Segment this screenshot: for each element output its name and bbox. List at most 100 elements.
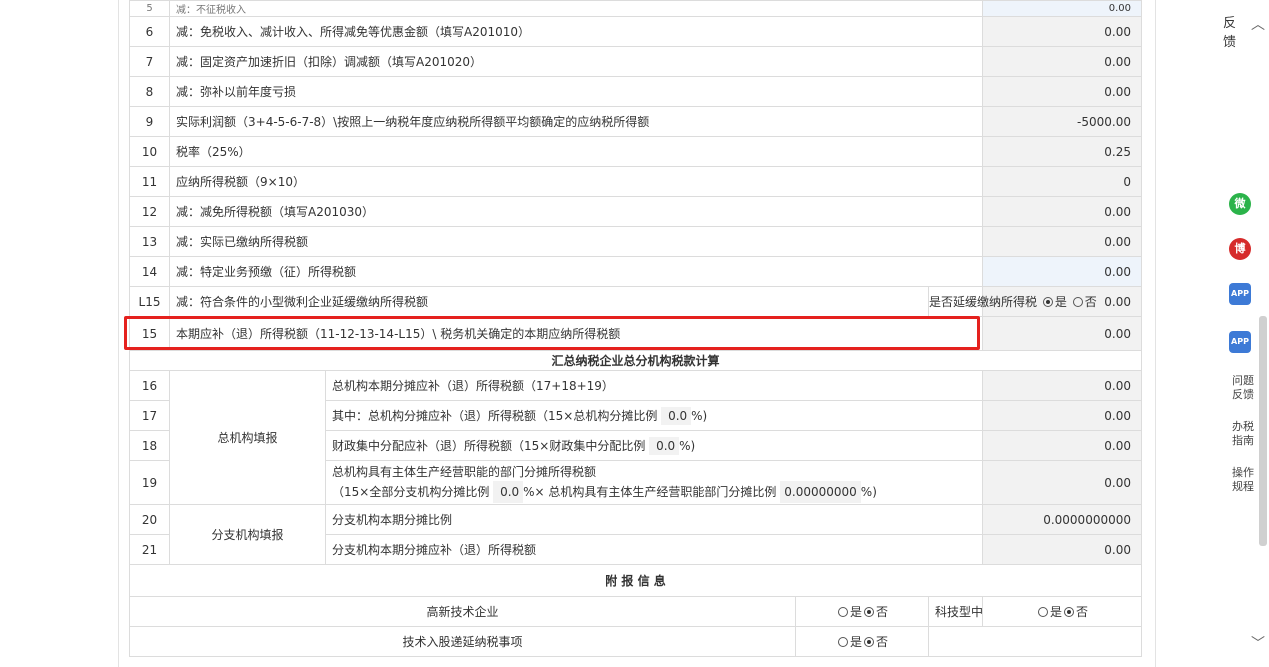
row-number: 12 — [129, 196, 170, 227]
row-number: 17 — [129, 400, 170, 431]
row-label: 分支机构本期分摊应补（退）所得税额 — [325, 534, 983, 565]
row-label-line2: （15×全部分支机构分摊比例 0.0 %× 总机构具有主体生产经营职能部门分摊比例… — [332, 480, 976, 503]
row-value: 0.0000000000 — [982, 504, 1142, 535]
ratio-field: 0.0 — [493, 480, 524, 503]
feedback-link[interactable]: 反馈 — [1223, 12, 1243, 50]
tax-guide-link[interactable]: 办税指南 — [1231, 420, 1255, 448]
row-number: 11 — [129, 166, 170, 197]
no-label: 否 — [876, 635, 889, 649]
tech-invest-choice: 是否 — [795, 626, 929, 657]
sme-tech-yes-radio[interactable] — [1037, 607, 1048, 617]
hi-tech-no-radio[interactable] — [864, 607, 874, 617]
row-label: 分支机构本期分摊比例 — [325, 504, 983, 535]
row-label-mid: %× 总机构具有主体生产经营职能部门分摊比例 — [523, 484, 777, 499]
row-label: 减：实际已缴纳所得税额 — [169, 226, 983, 257]
table-row: 20 分支机构填报 分支机构本期分摊比例 0.0000000000 — [129, 504, 1142, 565]
hi-tech-choice: 是否 — [795, 596, 929, 627]
yes-label: 是 — [1049, 605, 1062, 619]
row-label: 减：不征税收入 — [169, 0, 983, 17]
row-label: 减：固定资产加速折旧（扣除）调减额（填写A201020） — [169, 46, 983, 77]
row-number: 6 — [129, 16, 170, 47]
scroll-up-icon[interactable]: ︿ — [1251, 14, 1265, 34]
row-label: 减：减免所得税额（填写A201030） — [169, 196, 983, 227]
row-label: 税率（25%） — [169, 136, 983, 167]
row-number: 5 — [129, 0, 170, 17]
row-value-input[interactable]: 0.00 — [982, 256, 1142, 287]
table-row: 5 减：不征税收入 0.00 — [129, 0, 1142, 17]
row-value: 0.25 — [982, 136, 1142, 167]
table-row: 7 减：固定资产加速折旧（扣除）调减额（填写A201020） 0.00 — [129, 46, 1142, 77]
defer-no-label: 否 — [1084, 295, 1097, 309]
no-label: 否 — [876, 605, 889, 619]
table-row: 10 税率（25%） 0.25 — [129, 136, 1142, 167]
row-value: 0.00 — [982, 534, 1142, 565]
row-label: 减：免税收入、减计收入、所得减免等优惠金额（填写A201010） — [169, 16, 983, 47]
tech-invest-label: 技术入股递延纳税事项 — [129, 626, 796, 657]
right-sidebar: 反馈 ︿ 微 博 APP APP 问题反馈 办税指南 操作规程 ﹀ — [1223, 0, 1269, 667]
row-number: 16 — [129, 370, 170, 401]
yes-label: 是 — [849, 605, 862, 619]
row-label-suffix: %) — [691, 408, 708, 423]
row-number: 10 — [129, 136, 170, 167]
table-row-15: 15 本期应补（退）所得税额（11-12-13-14-L15）\ 税务机关确定的… — [129, 316, 1142, 351]
app-icon[interactable]: APP — [1229, 331, 1251, 353]
row-label: 其中：总机构分摊应补（退）所得税额（15×总机构分摊比例 0.0%) — [325, 400, 983, 431]
tech-invest-no-radio[interactable] — [864, 637, 874, 647]
branch-label: 分支机构填报 — [169, 504, 326, 565]
defer-yes-radio[interactable] — [1042, 297, 1053, 307]
row-label: 减：特定业务预缴（征）所得税额 — [169, 256, 983, 287]
row-number: 15 — [129, 316, 170, 351]
table-row: 6 减：免税收入、减计收入、所得减免等优惠金额（填写A201010） 0.00 — [129, 16, 1142, 47]
app-icon[interactable]: APP — [1229, 283, 1251, 305]
row-label: 财政集中分配应补（退）所得税额（15×财政集中分配比例 0.0%) — [325, 430, 983, 461]
row-number: 8 — [129, 76, 170, 107]
sme-tech-label: 科技型中小企业 — [928, 596, 983, 627]
head-office-label: 总机构填报 — [169, 370, 326, 505]
table-row: 12 减：减免所得税额（填写A201030） 0.00 — [129, 196, 1142, 227]
table-row: 11 应纳所得税额（9×10） 0 — [129, 166, 1142, 197]
row-label: 实际利润额（3+4-5-6-7-8）\按照上一纳税年度应纳税所得额平均额确定的应… — [169, 106, 983, 137]
table-row: 13 减：实际已缴纳所得税额 0.00 — [129, 226, 1142, 257]
tax-calc-table: 5 减：不征税收入 0.00 6 减：免税收入、减计收入、所得减免等优惠金额（填… — [129, 0, 1142, 657]
row-value: 0.00 — [982, 76, 1142, 107]
row-label: 总机构具有主体生产经营职能的部门分摊所得税额 （15×全部分支机构分摊比例 0.… — [325, 460, 983, 505]
defer-payment-choice: 是否延缓缴纳所得税 是 否 — [928, 286, 1097, 317]
row-number: 14 — [129, 256, 170, 287]
wechat-icon[interactable]: 微 — [1229, 193, 1251, 215]
row-value: 0.00 — [982, 316, 1142, 351]
row-label: 减：弥补以前年度亏损 — [169, 76, 983, 107]
row-value[interactable]: 0.00 — [982, 0, 1142, 17]
row-label: 应纳所得税额（9×10） — [169, 166, 983, 197]
defer-question-label: 是否延缓缴纳所得税 — [929, 295, 1038, 309]
summary-section-title: 汇总纳税企业总分机构税款计算 — [129, 350, 1142, 371]
ratio-field: 0.00000000 — [780, 480, 861, 503]
row-value: 0.00 — [982, 196, 1142, 227]
row-label-text: 财政集中分配应补（退）所得税额（15×财政集中分配比例 — [332, 438, 646, 453]
row-number: 13 — [129, 226, 170, 257]
section-header: 汇总纳税企业总分机构税款计算 — [129, 350, 1142, 371]
hi-tech-yes-radio[interactable] — [837, 607, 848, 617]
row-label-line1: 总机构具有主体生产经营职能的部门分摊所得税额 — [332, 464, 597, 479]
declaration-form-page: 5 减：不征税收入 0.00 6 减：免税收入、减计收入、所得减免等优惠金额（填… — [118, 0, 1156, 667]
defer-no-radio[interactable] — [1072, 297, 1083, 307]
problem-feedback-link[interactable]: 问题反馈 — [1231, 374, 1255, 402]
operation-rules-link[interactable]: 操作规程 — [1231, 466, 1255, 494]
tech-invest-yes-radio[interactable] — [837, 637, 848, 647]
ratio-field: 0.0 — [661, 406, 692, 425]
weibo-icon[interactable]: 博 — [1229, 238, 1251, 260]
table-row-l15: L15 减：符合条件的小型微利企业延缓缴纳所得税额 是否延缓缴纳所得税 是 否 … — [129, 286, 1142, 317]
sme-tech-choice: 是否 — [982, 596, 1142, 627]
row-number: 18 — [129, 430, 170, 461]
scrollbar-thumb[interactable] — [1259, 316, 1267, 546]
sme-tech-no-radio[interactable] — [1064, 607, 1074, 617]
row-label: 总机构本期分摊应补（退）所得税额（17+18+19） — [325, 370, 983, 401]
row-label-text: （15×全部分支机构分摊比例 — [332, 484, 490, 499]
row-number: 21 — [129, 534, 170, 565]
row-label-suffix: %) — [679, 438, 696, 453]
section-header: 附 报 信 息 — [129, 564, 1142, 597]
row-label: 减：符合条件的小型微利企业延缓缴纳所得税额 — [169, 286, 929, 317]
row-value: 0.00 — [982, 460, 1142, 505]
scroll-down-icon[interactable]: ﹀ — [1251, 633, 1265, 653]
table-row: 14 减：特定业务预缴（征）所得税额 0.00 — [129, 256, 1142, 287]
row-number: 19 — [129, 460, 170, 505]
